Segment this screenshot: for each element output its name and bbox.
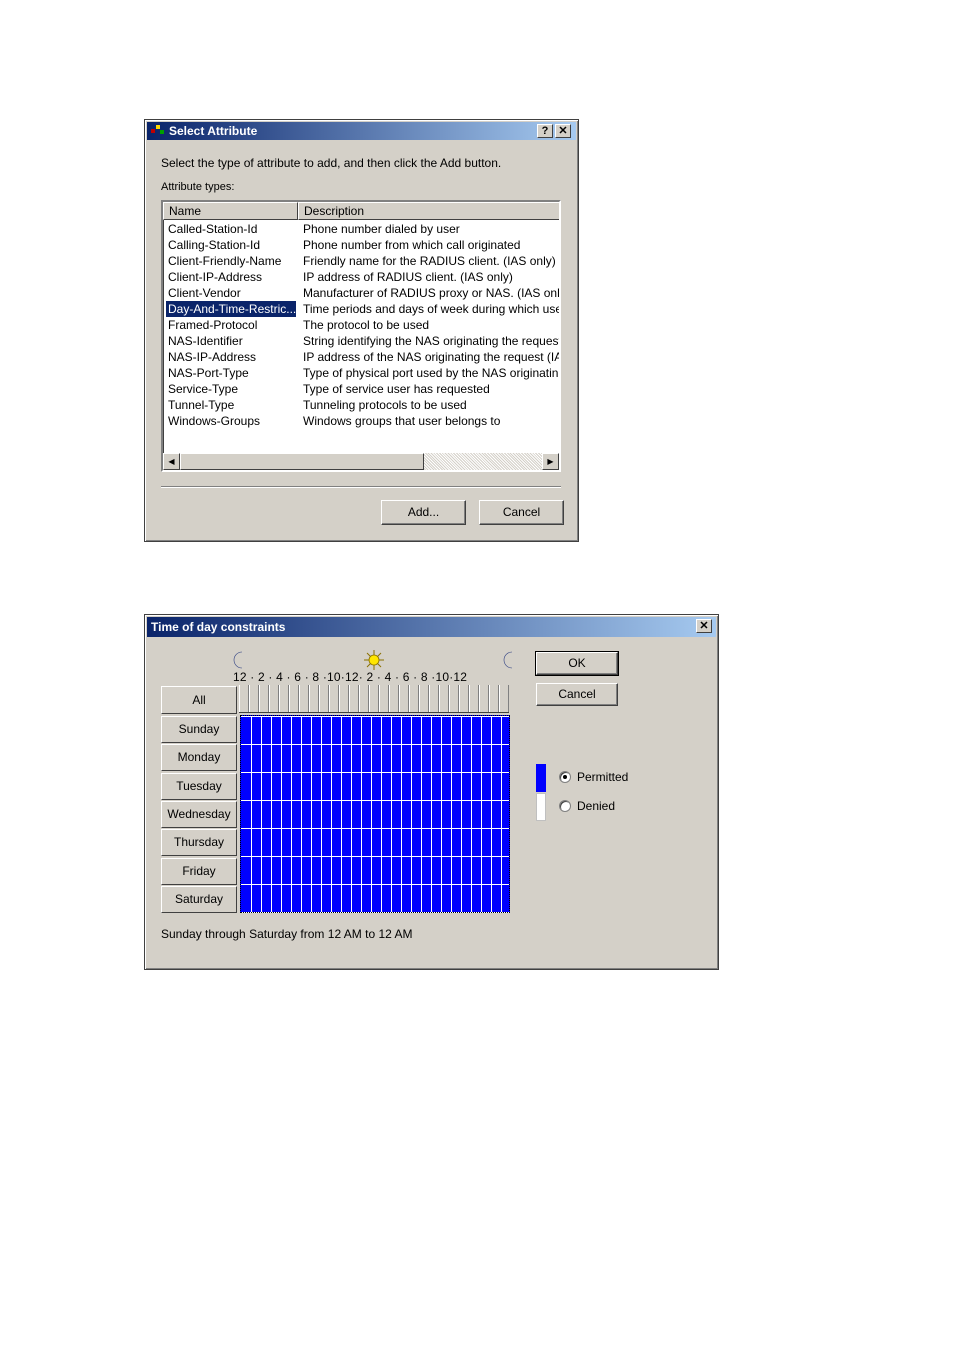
- app-icon: [151, 125, 165, 137]
- select-attribute-dialog: Select Attribute ? ✕ Select the type of …: [144, 119, 579, 542]
- permitted-label[interactable]: Permitted: [577, 770, 628, 784]
- hour-labels: 12 · 2 · 4 · 6 · 8 ·10·12· 2 · 4 · 6 · 8…: [233, 670, 468, 684]
- permitted-radio[interactable]: [559, 771, 571, 783]
- attribute-name: Called-Station-Id: [168, 222, 258, 236]
- cancel-button[interactable]: Cancel: [536, 683, 618, 706]
- attribute-name: NAS-Port-Type: [168, 366, 249, 380]
- attribute-name: Day-And-Time-Restric...: [166, 301, 296, 317]
- table-row[interactable]: Service-Type Type of service user has req…: [163, 381, 559, 397]
- table-row[interactable]: Tunnel-Type Tunneling protocols to be use…: [163, 397, 559, 413]
- day-button-friday[interactable]: Friday: [161, 857, 237, 885]
- table-row[interactable]: Framed-Protocol The protocol to be used: [163, 317, 559, 333]
- time-grid[interactable]: [240, 715, 510, 913]
- table-row[interactable]: Client-Vendor Manufacturer of RADIUS prox…: [163, 285, 559, 301]
- close-button[interactable]: ✕: [555, 124, 571, 138]
- schedule-summary: Sunday through Saturday from 12 AM to 12…: [161, 927, 413, 941]
- scroll-right-arrow-icon[interactable]: ▶: [542, 453, 559, 470]
- select-attribute-titlebar[interactable]: Select Attribute: [147, 122, 576, 140]
- attribute-description: IP address of the NAS originating the re…: [303, 350, 559, 364]
- attribute-name: Tunnel-Type: [168, 398, 235, 412]
- table-row[interactable]: Windows-Groups Windows groups that user b…: [163, 413, 559, 429]
- day-button-saturday[interactable]: Saturday: [161, 885, 237, 913]
- attribute-description: Windows groups that user belongs to: [303, 414, 501, 428]
- add-button[interactable]: Add...: [381, 500, 466, 525]
- scroll-thumb[interactable]: [180, 453, 424, 470]
- attribute-name: Windows-Groups: [168, 414, 261, 428]
- attribute-description: Time periods and days of week during whi…: [303, 302, 559, 316]
- day-button-sunday[interactable]: Sunday: [161, 716, 237, 743]
- attribute-description: Phone number from which call originated: [303, 238, 521, 252]
- horizontal-scrollbar[interactable]: ◀ ▶: [163, 453, 559, 470]
- attribute-description: Type of service user has requested: [303, 382, 490, 396]
- column-header-description[interactable]: Description: [298, 202, 559, 220]
- attribute-name: Client-Friendly-Name: [168, 254, 282, 268]
- time-constraints-titlebar[interactable]: Time of day constraints: [147, 617, 716, 637]
- attribute-name: Calling-Station-Id: [168, 238, 261, 252]
- attribute-name: Client-IP-Address: [168, 270, 263, 284]
- moon-icon: [503, 651, 513, 669]
- attribute-description: Type of physical port used by the NAS or…: [303, 366, 559, 380]
- day-button-monday[interactable]: Monday: [161, 744, 237, 772]
- attribute-name: NAS-IP-Address: [168, 350, 257, 364]
- denied-swatch: [536, 793, 546, 821]
- attribute-list[interactable]: Name Description Called-Station-Id Phone …: [161, 200, 561, 472]
- scroll-left-arrow-icon[interactable]: ◀: [163, 453, 180, 470]
- day-button-tuesday[interactable]: Tuesday: [161, 772, 237, 800]
- cancel-button[interactable]: Cancel: [479, 500, 564, 525]
- attribute-description: Friendly name for the RADIUS client. (IA…: [303, 254, 556, 268]
- denied-radio[interactable]: [559, 800, 571, 812]
- attribute-name: NAS-Identifier: [168, 334, 243, 348]
- attribute-types-label: Attribute types:: [161, 181, 235, 193]
- table-row[interactable]: NAS-IP-Address IP address of the NAS orig…: [163, 349, 559, 365]
- instruction-text: Select the type of attribute to add, and…: [161, 156, 502, 170]
- attribute-description: IP address of RADIUS client. (IAS only): [303, 270, 513, 284]
- table-row[interactable]: Called-Station-Id Phone number dialed by …: [163, 221, 559, 237]
- attribute-description: String identifying the NAS originating t…: [303, 334, 559, 348]
- table-row[interactable]: Client-IP-Address IP address of RADIUS cl…: [163, 269, 559, 285]
- select-all-button[interactable]: All: [161, 686, 237, 714]
- button-separator: [161, 486, 561, 488]
- column-header-name[interactable]: Name: [163, 202, 298, 220]
- select-attribute-title: Select Attribute: [169, 124, 258, 138]
- attribute-description: Manufacturer of RADIUS proxy or NAS. (IA…: [303, 286, 559, 300]
- day-button-wednesday[interactable]: Wednesday: [161, 800, 237, 828]
- time-constraints-title: Time of day constraints: [151, 620, 286, 634]
- attribute-name: Framed-Protocol: [168, 318, 258, 332]
- help-button[interactable]: ?: [537, 124, 553, 138]
- attribute-name: Service-Type: [168, 382, 239, 396]
- table-row[interactable]: Calling-Station-Id Phone number from whic…: [163, 237, 559, 253]
- attribute-name: Client-Vendor: [168, 286, 241, 300]
- time-constraints-dialog: Time of day constraints ✕ 12 · 2 · 4 · 6…: [144, 614, 719, 970]
- day-button-thursday[interactable]: Thursday: [161, 829, 237, 857]
- permitted-swatch: [536, 764, 546, 792]
- moon-icon: [233, 651, 243, 669]
- table-row[interactable]: Day-And-Time-Restric... Time periods and …: [163, 301, 559, 317]
- attribute-description: The protocol to be used: [303, 318, 430, 332]
- close-button[interactable]: ✕: [696, 619, 712, 633]
- table-row[interactable]: NAS-Identifier String identifying the NAS…: [163, 333, 559, 349]
- attribute-description: Tunneling protocols to be used: [303, 398, 467, 412]
- denied-label[interactable]: Denied: [577, 799, 615, 813]
- sun-icon: [364, 650, 384, 670]
- ok-button[interactable]: OK: [535, 651, 619, 676]
- attribute-description: Phone number dialed by user: [303, 222, 460, 236]
- table-row[interactable]: NAS-Port-Type Type of physical port used …: [163, 365, 559, 381]
- table-row[interactable]: Client-Friendly-Name Friendly name for th…: [163, 253, 559, 269]
- hour-selector-strip[interactable]: [239, 685, 509, 713]
